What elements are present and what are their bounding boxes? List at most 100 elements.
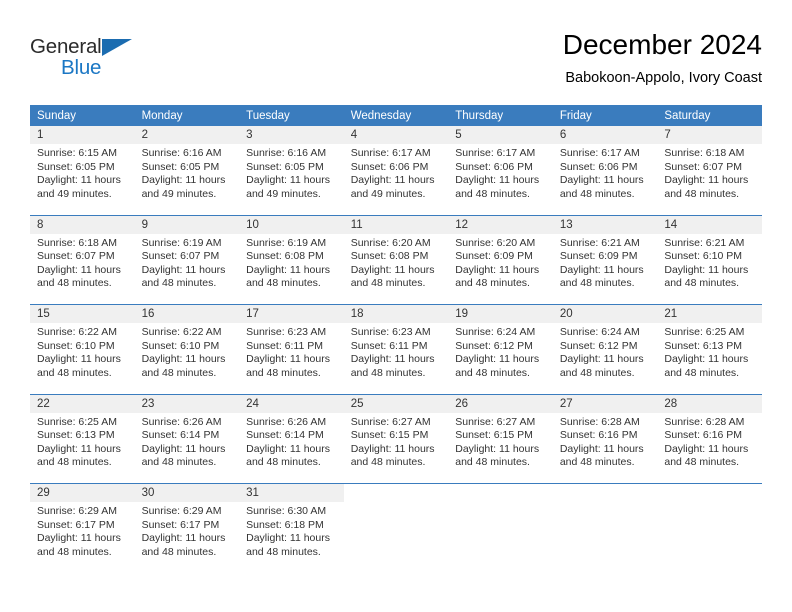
day-number[interactable]: 22 xyxy=(30,393,135,413)
day-cell[interactable]: Sunrise: 6:22 AM Sunset: 6:10 PM Dayligh… xyxy=(134,323,240,394)
sunset-text: Sunset: 6:11 PM xyxy=(246,339,323,352)
day-cell[interactable]: Sunrise: 6:26 AM Sunset: 6:14 PM Dayligh… xyxy=(134,412,240,484)
sunset-text: Sunset: 6:07 PM xyxy=(141,250,220,263)
day-cell[interactable]: Sunrise: 6:16 AM Sunset: 6:05 PM Dayligh… xyxy=(239,144,344,215)
day-number[interactable]: 30 xyxy=(134,483,240,502)
day-cell[interactable]: Sunrise: 6:23 AM Sunset: 6:11 PM Dayligh… xyxy=(343,323,449,394)
day-number[interactable]: 13 xyxy=(552,214,658,234)
daylight-text-line1: Daylight: 11 hours xyxy=(37,174,121,187)
day-cell[interactable]: Sunrise: 6:19 AM Sunset: 6:07 PM Dayligh… xyxy=(134,233,240,305)
daylight-text-line1: Daylight: 11 hours xyxy=(141,263,226,276)
day-number[interactable]: 7 xyxy=(657,126,762,144)
day-cell[interactable]: Sunrise: 6:28 AM Sunset: 6:16 PM Dayligh… xyxy=(657,412,762,484)
day-detail-row: Sunrise: 6:29 AM Sunset: 6:17 PM Dayligh… xyxy=(30,502,762,573)
day-cell[interactable]: Sunrise: 6:28 AM Sunset: 6:16 PM Dayligh… xyxy=(552,412,658,484)
day-cell[interactable]: Sunrise: 6:21 AM Sunset: 6:09 PM Dayligh… xyxy=(552,233,658,305)
day-cell[interactable]: Sunrise: 6:19 AM Sunset: 6:08 PM Dayligh… xyxy=(239,233,344,305)
day-number[interactable]: 11 xyxy=(343,214,449,234)
day-number[interactable]: 9 xyxy=(134,214,240,234)
sunset-text: Sunset: 6:12 PM xyxy=(559,339,638,352)
day-number[interactable]: 3 xyxy=(239,126,344,144)
daylight-text-line2: and 48 minutes. xyxy=(350,456,426,469)
day-number[interactable]: 8 xyxy=(30,214,135,234)
day-number[interactable]: 14 xyxy=(657,214,762,234)
day-cell[interactable]: Sunrise: 6:20 AM Sunset: 6:08 PM Dayligh… xyxy=(343,233,449,305)
day-number[interactable]: 18 xyxy=(343,304,449,323)
day-number[interactable]: 5 xyxy=(448,126,553,144)
sunrise-text: Sunrise: 6:26 AM xyxy=(141,415,222,428)
day-number[interactable]: 12 xyxy=(448,214,553,234)
sunset-text: Sunset: 6:05 PM xyxy=(141,160,220,173)
daylight-text-line2: and 48 minutes. xyxy=(559,456,635,469)
day-number[interactable]: 4 xyxy=(343,126,449,144)
day-number[interactable]: 15 xyxy=(30,304,135,323)
day-number[interactable]: 29 xyxy=(30,483,135,502)
day-cell[interactable]: Sunrise: 6:16 AM Sunset: 6:05 PM Dayligh… xyxy=(134,144,240,215)
day-number-row: 8 9 10 11 12 13 14 xyxy=(30,214,762,234)
daylight-text-line1: Daylight: 11 hours xyxy=(141,532,226,545)
sunset-text: Sunset: 6:13 PM xyxy=(37,429,115,442)
day-cell[interactable]: Sunrise: 6:17 AM Sunset: 6:06 PM Dayligh… xyxy=(552,144,658,215)
day-cell[interactable]: Sunrise: 6:17 AM Sunset: 6:06 PM Dayligh… xyxy=(448,144,553,215)
day-number[interactable]: 21 xyxy=(657,304,762,323)
day-number[interactable]: 23 xyxy=(134,393,240,413)
sunset-text: Sunset: 6:07 PM xyxy=(664,160,743,173)
sunrise-text: Sunrise: 6:22 AM xyxy=(141,326,222,338)
day-cell[interactable]: Sunrise: 6:18 AM Sunset: 6:07 PM Dayligh… xyxy=(657,144,762,215)
sunrise-text: Sunrise: 6:30 AM xyxy=(246,505,327,517)
day-cell[interactable]: Sunrise: 6:30 AM Sunset: 6:18 PM Dayligh… xyxy=(239,502,344,573)
day-number-row: 15 16 17 18 19 20 21 xyxy=(30,304,762,323)
general-blue-logo[interactable]: General Blue xyxy=(30,36,160,86)
sunrise-text: Sunrise: 6:25 AM xyxy=(37,415,117,428)
sunrise-text: Sunrise: 6:28 AM xyxy=(559,415,640,428)
day-cell[interactable]: Sunrise: 6:27 AM Sunset: 6:15 PM Dayligh… xyxy=(448,412,553,484)
daylight-text-line2: and 48 minutes. xyxy=(37,366,112,379)
daylight-text-line2: and 49 minutes. xyxy=(141,187,217,200)
day-number[interactable]: 31 xyxy=(239,483,344,502)
day-cell[interactable]: Sunrise: 6:15 AM Sunset: 6:05 PM Dayligh… xyxy=(30,144,135,215)
day-number[interactable]: 6 xyxy=(552,126,658,144)
daylight-text-line1: Daylight: 11 hours xyxy=(350,174,435,187)
sunset-text: Sunset: 6:11 PM xyxy=(350,339,428,352)
sunrise-text: Sunrise: 6:24 AM xyxy=(455,326,536,338)
day-number-row: 29 30 31 xyxy=(30,483,762,502)
day-number[interactable]: 1 xyxy=(30,126,135,144)
daylight-text-line2: and 48 minutes. xyxy=(37,545,112,558)
daylight-text-line2: and 48 minutes. xyxy=(141,545,217,558)
day-cell[interactable]: Sunrise: 6:21 AM Sunset: 6:10 PM Dayligh… xyxy=(657,233,762,305)
day-cell[interactable]: Sunrise: 6:22 AM Sunset: 6:10 PM Dayligh… xyxy=(30,323,135,394)
day-cell[interactable]: Sunrise: 6:29 AM Sunset: 6:17 PM Dayligh… xyxy=(30,502,135,573)
sunrise-text: Sunrise: 6:17 AM xyxy=(350,147,431,159)
sunset-text: Sunset: 6:17 PM xyxy=(141,518,220,531)
day-number[interactable]: 19 xyxy=(448,304,553,323)
day-cell[interactable]: Sunrise: 6:25 AM Sunset: 6:13 PM Dayligh… xyxy=(657,323,762,394)
weekday-header-monday: Monday xyxy=(134,105,240,126)
day-cell[interactable]: Sunrise: 6:20 AM Sunset: 6:09 PM Dayligh… xyxy=(448,233,553,305)
day-cell[interactable]: Sunrise: 6:23 AM Sunset: 6:11 PM Dayligh… xyxy=(239,323,344,394)
day-detail-row: Sunrise: 6:18 AM Sunset: 6:07 PM Dayligh… xyxy=(30,233,762,305)
daylight-text-line1: Daylight: 11 hours xyxy=(37,442,121,455)
daylight-text-line2: and 48 minutes. xyxy=(455,187,530,200)
sunset-text: Sunset: 6:18 PM xyxy=(246,518,324,531)
day-number[interactable]: 25 xyxy=(343,393,449,413)
sunrise-text: Sunrise: 6:17 AM xyxy=(559,147,640,159)
day-number[interactable]: 20 xyxy=(552,304,658,323)
day-cell[interactable]: Sunrise: 6:27 AM Sunset: 6:15 PM Dayligh… xyxy=(343,412,449,484)
day-cell[interactable]: Sunrise: 6:17 AM Sunset: 6:06 PM Dayligh… xyxy=(343,144,449,215)
day-cell[interactable]: Sunrise: 6:18 AM Sunset: 6:07 PM Dayligh… xyxy=(30,233,135,305)
day-detail-row: Sunrise: 6:25 AM Sunset: 6:13 PM Dayligh… xyxy=(30,412,762,484)
day-cell[interactable]: Sunrise: 6:29 AM Sunset: 6:17 PM Dayligh… xyxy=(134,502,240,573)
day-cell[interactable]: Sunrise: 6:24 AM Sunset: 6:12 PM Dayligh… xyxy=(448,323,553,394)
day-number[interactable]: 26 xyxy=(448,393,553,413)
day-number[interactable]: 27 xyxy=(552,393,658,413)
day-number[interactable]: 2 xyxy=(134,126,240,144)
day-number[interactable]: 28 xyxy=(657,393,762,413)
day-number[interactable]: 16 xyxy=(134,304,240,323)
day-number[interactable]: 10 xyxy=(239,214,344,234)
day-number[interactable]: 17 xyxy=(239,304,344,323)
day-number[interactable]: 24 xyxy=(239,393,344,413)
day-cell[interactable]: Sunrise: 6:25 AM Sunset: 6:13 PM Dayligh… xyxy=(30,412,135,484)
day-number-row: 1 2 3 4 5 6 7 xyxy=(30,126,762,144)
day-cell[interactable]: Sunrise: 6:24 AM Sunset: 6:12 PM Dayligh… xyxy=(552,323,658,394)
day-cell[interactable]: Sunrise: 6:26 AM Sunset: 6:14 PM Dayligh… xyxy=(239,412,344,484)
